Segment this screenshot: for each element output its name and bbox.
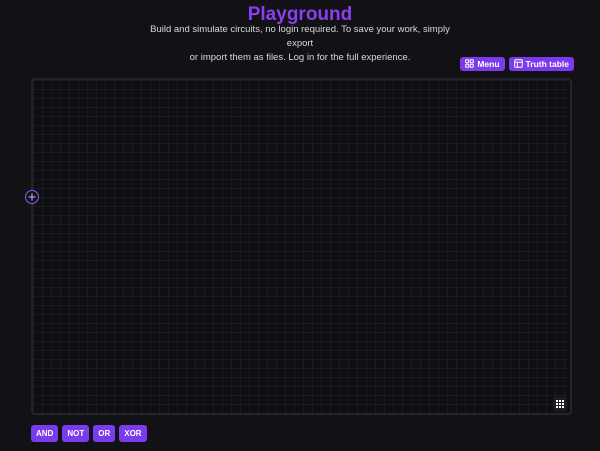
subtitle-line-1: Build and simulate circuits, no login re… bbox=[150, 24, 450, 49]
table-icon bbox=[513, 58, 523, 70]
add-input-button[interactable] bbox=[25, 190, 39, 204]
menu-button-label: Menu bbox=[477, 59, 500, 69]
xor-gate-button[interactable]: XOR bbox=[119, 425, 147, 442]
menu-button[interactable]: Menu bbox=[460, 57, 505, 71]
gate-palette: AND NOT OR XOR bbox=[31, 425, 147, 442]
plus-icon bbox=[28, 193, 36, 201]
page-subtitle: Build and simulate circuits, no login re… bbox=[140, 23, 460, 65]
grid-toggle-button[interactable] bbox=[553, 397, 567, 411]
canvas-toolbar: Menu Truth table bbox=[460, 57, 574, 71]
or-gate-button[interactable]: OR bbox=[93, 425, 116, 442]
truth-table-button[interactable]: Truth table bbox=[508, 57, 574, 71]
truth-table-button-label: Truth table bbox=[525, 59, 569, 69]
grid-3x3-icon bbox=[556, 400, 564, 408]
and-gate-button[interactable]: AND bbox=[31, 425, 59, 442]
subtitle-line-2: or import them as files. Log in for the … bbox=[189, 52, 411, 63]
not-gate-button[interactable]: NOT bbox=[62, 425, 90, 442]
playground-page: Playground Build and simulate circuits, … bbox=[0, 0, 600, 451]
grid-2x2-icon bbox=[465, 58, 475, 70]
circuit-canvas[interactable] bbox=[31, 78, 572, 415]
